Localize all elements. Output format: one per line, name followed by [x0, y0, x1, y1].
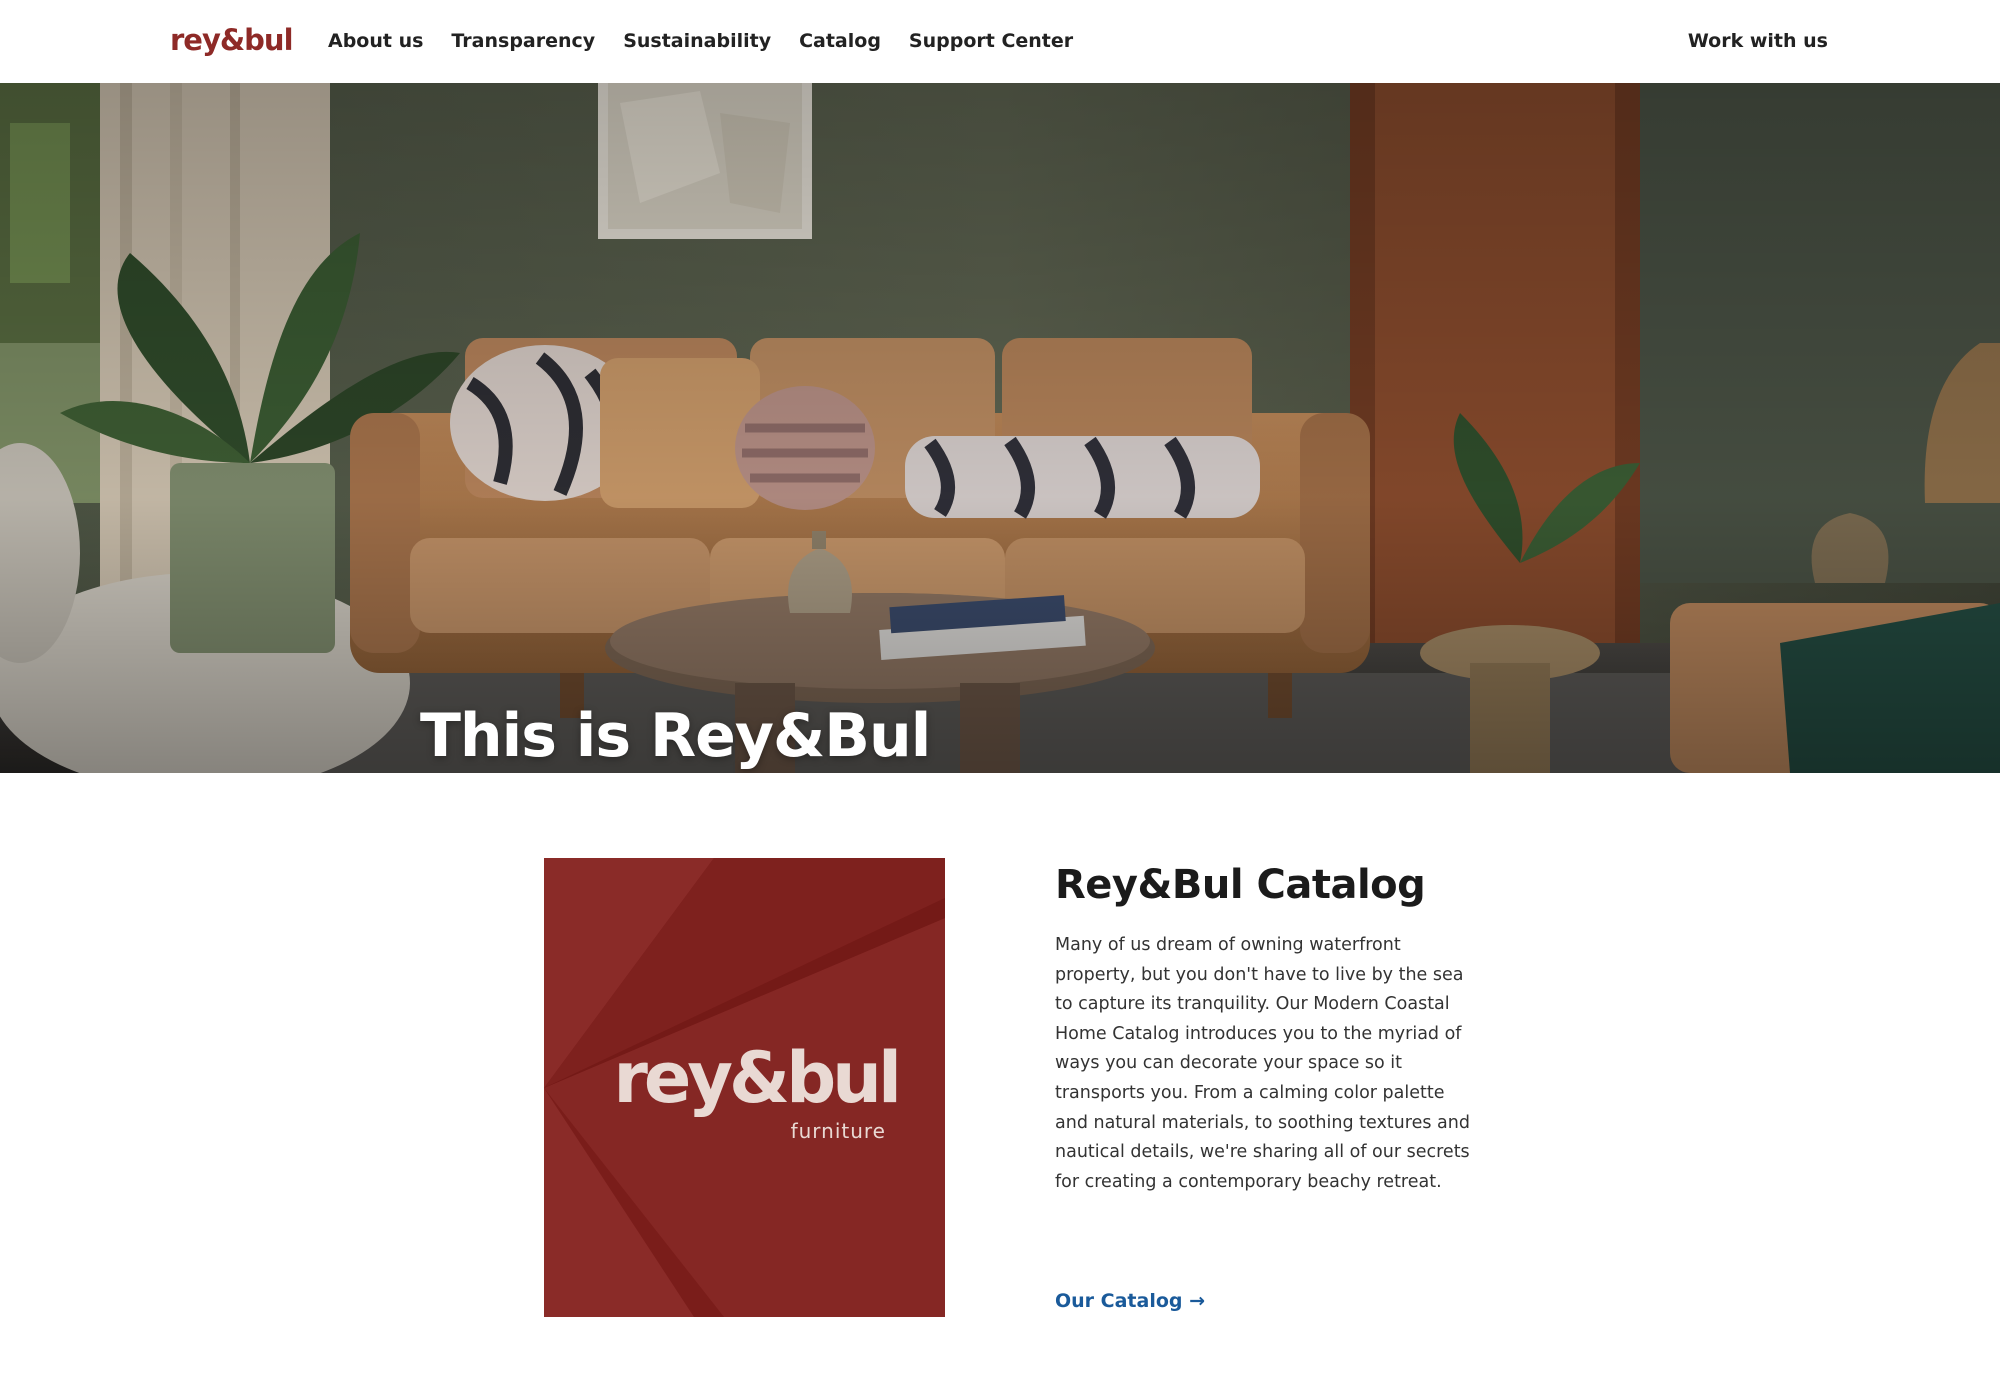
site-header: rey&bul About us Transparency Sustainabi… — [0, 0, 2000, 84]
hero-title: This is Rey&Bul — [420, 701, 931, 771]
nav-about-us[interactable]: About us — [328, 24, 423, 58]
main-nav: About us Transparency Sustainability Cat… — [328, 24, 1073, 58]
catalog-heading: Rey&Bul Catalog — [1055, 862, 1426, 908]
our-catalog-link[interactable]: Our Catalog → — [1055, 1286, 1205, 1316]
living-room-photo — [0, 83, 2000, 773]
hero-banner: This is Rey&Bul — [0, 83, 2000, 773]
nav-sustainability[interactable]: Sustainability — [623, 24, 771, 58]
catalog-cover-brand: rey&bul — [613, 1037, 902, 1119]
catalog-cover-subtitle: furniture — [790, 1119, 886, 1143]
nav-catalog[interactable]: Catalog — [799, 24, 881, 58]
catalog-description: Many of us dream of owning waterfront pr… — [1055, 935, 1470, 1192]
nav-support-center[interactable]: Support Center — [909, 24, 1073, 58]
work-with-us-link[interactable]: Work with us — [1688, 24, 1828, 58]
catalog-cover-image[interactable]: rey&bul furniture — [544, 858, 945, 1317]
brand-logo[interactable]: rey&bul — [170, 20, 294, 60]
nav-transparency[interactable]: Transparency — [451, 24, 595, 58]
